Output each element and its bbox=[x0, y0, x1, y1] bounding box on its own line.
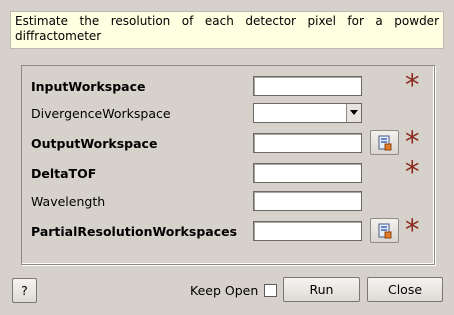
workspace-browse-icon bbox=[378, 223, 392, 239]
row-wavelength: Wavelength bbox=[22, 190, 434, 214]
output-workspace-field[interactable] bbox=[253, 133, 362, 153]
row-divergence-workspace: DivergenceWorkspace bbox=[22, 102, 434, 126]
divergence-workspace-label: DivergenceWorkspace bbox=[31, 106, 171, 121]
row-partial-resolution-workspaces: PartialResolutionWorkspaces * bbox=[22, 216, 434, 245]
close-button[interactable]: Close bbox=[367, 277, 443, 302]
delta-tof-field[interactable] bbox=[253, 163, 362, 183]
required-marker: * bbox=[405, 155, 420, 189]
input-workspace-field[interactable] bbox=[253, 76, 362, 96]
output-workspace-browse-button[interactable] bbox=[370, 130, 399, 155]
keep-open-label: Keep Open bbox=[190, 283, 259, 298]
partial-resolution-workspaces-label: PartialResolutionWorkspaces bbox=[31, 224, 238, 239]
output-workspace-label: OutputWorkspace bbox=[31, 136, 158, 151]
help-button[interactable]: ? bbox=[12, 278, 37, 303]
input-workspace-label: InputWorkspace bbox=[31, 79, 146, 94]
divergence-workspace-dropdown[interactable] bbox=[253, 103, 362, 123]
row-output-workspace: OutputWorkspace * bbox=[22, 128, 434, 157]
required-marker: * bbox=[405, 125, 420, 159]
keep-open-checkbox[interactable] bbox=[264, 284, 277, 297]
delta-tof-label: DeltaTOF bbox=[31, 166, 97, 181]
run-button[interactable]: Run bbox=[283, 277, 360, 302]
workspace-browse-icon bbox=[378, 135, 392, 151]
partial-resolution-workspaces-browse-button[interactable] bbox=[370, 218, 399, 243]
partial-resolution-workspaces-field[interactable] bbox=[253, 221, 362, 241]
wavelength-field[interactable] bbox=[253, 191, 362, 211]
wavelength-label: Wavelength bbox=[31, 194, 106, 209]
row-delta-tof: DeltaTOF * bbox=[22, 158, 434, 187]
required-marker: * bbox=[405, 68, 420, 102]
chevron-down-icon[interactable] bbox=[346, 104, 361, 122]
algorithm-description: Estimate the resolution of each detector… bbox=[10, 11, 444, 49]
required-marker: * bbox=[405, 213, 420, 247]
properties-panel: InputWorkspace * DivergenceWorkspace Out… bbox=[21, 65, 435, 265]
row-input-workspace: InputWorkspace * bbox=[22, 71, 434, 100]
